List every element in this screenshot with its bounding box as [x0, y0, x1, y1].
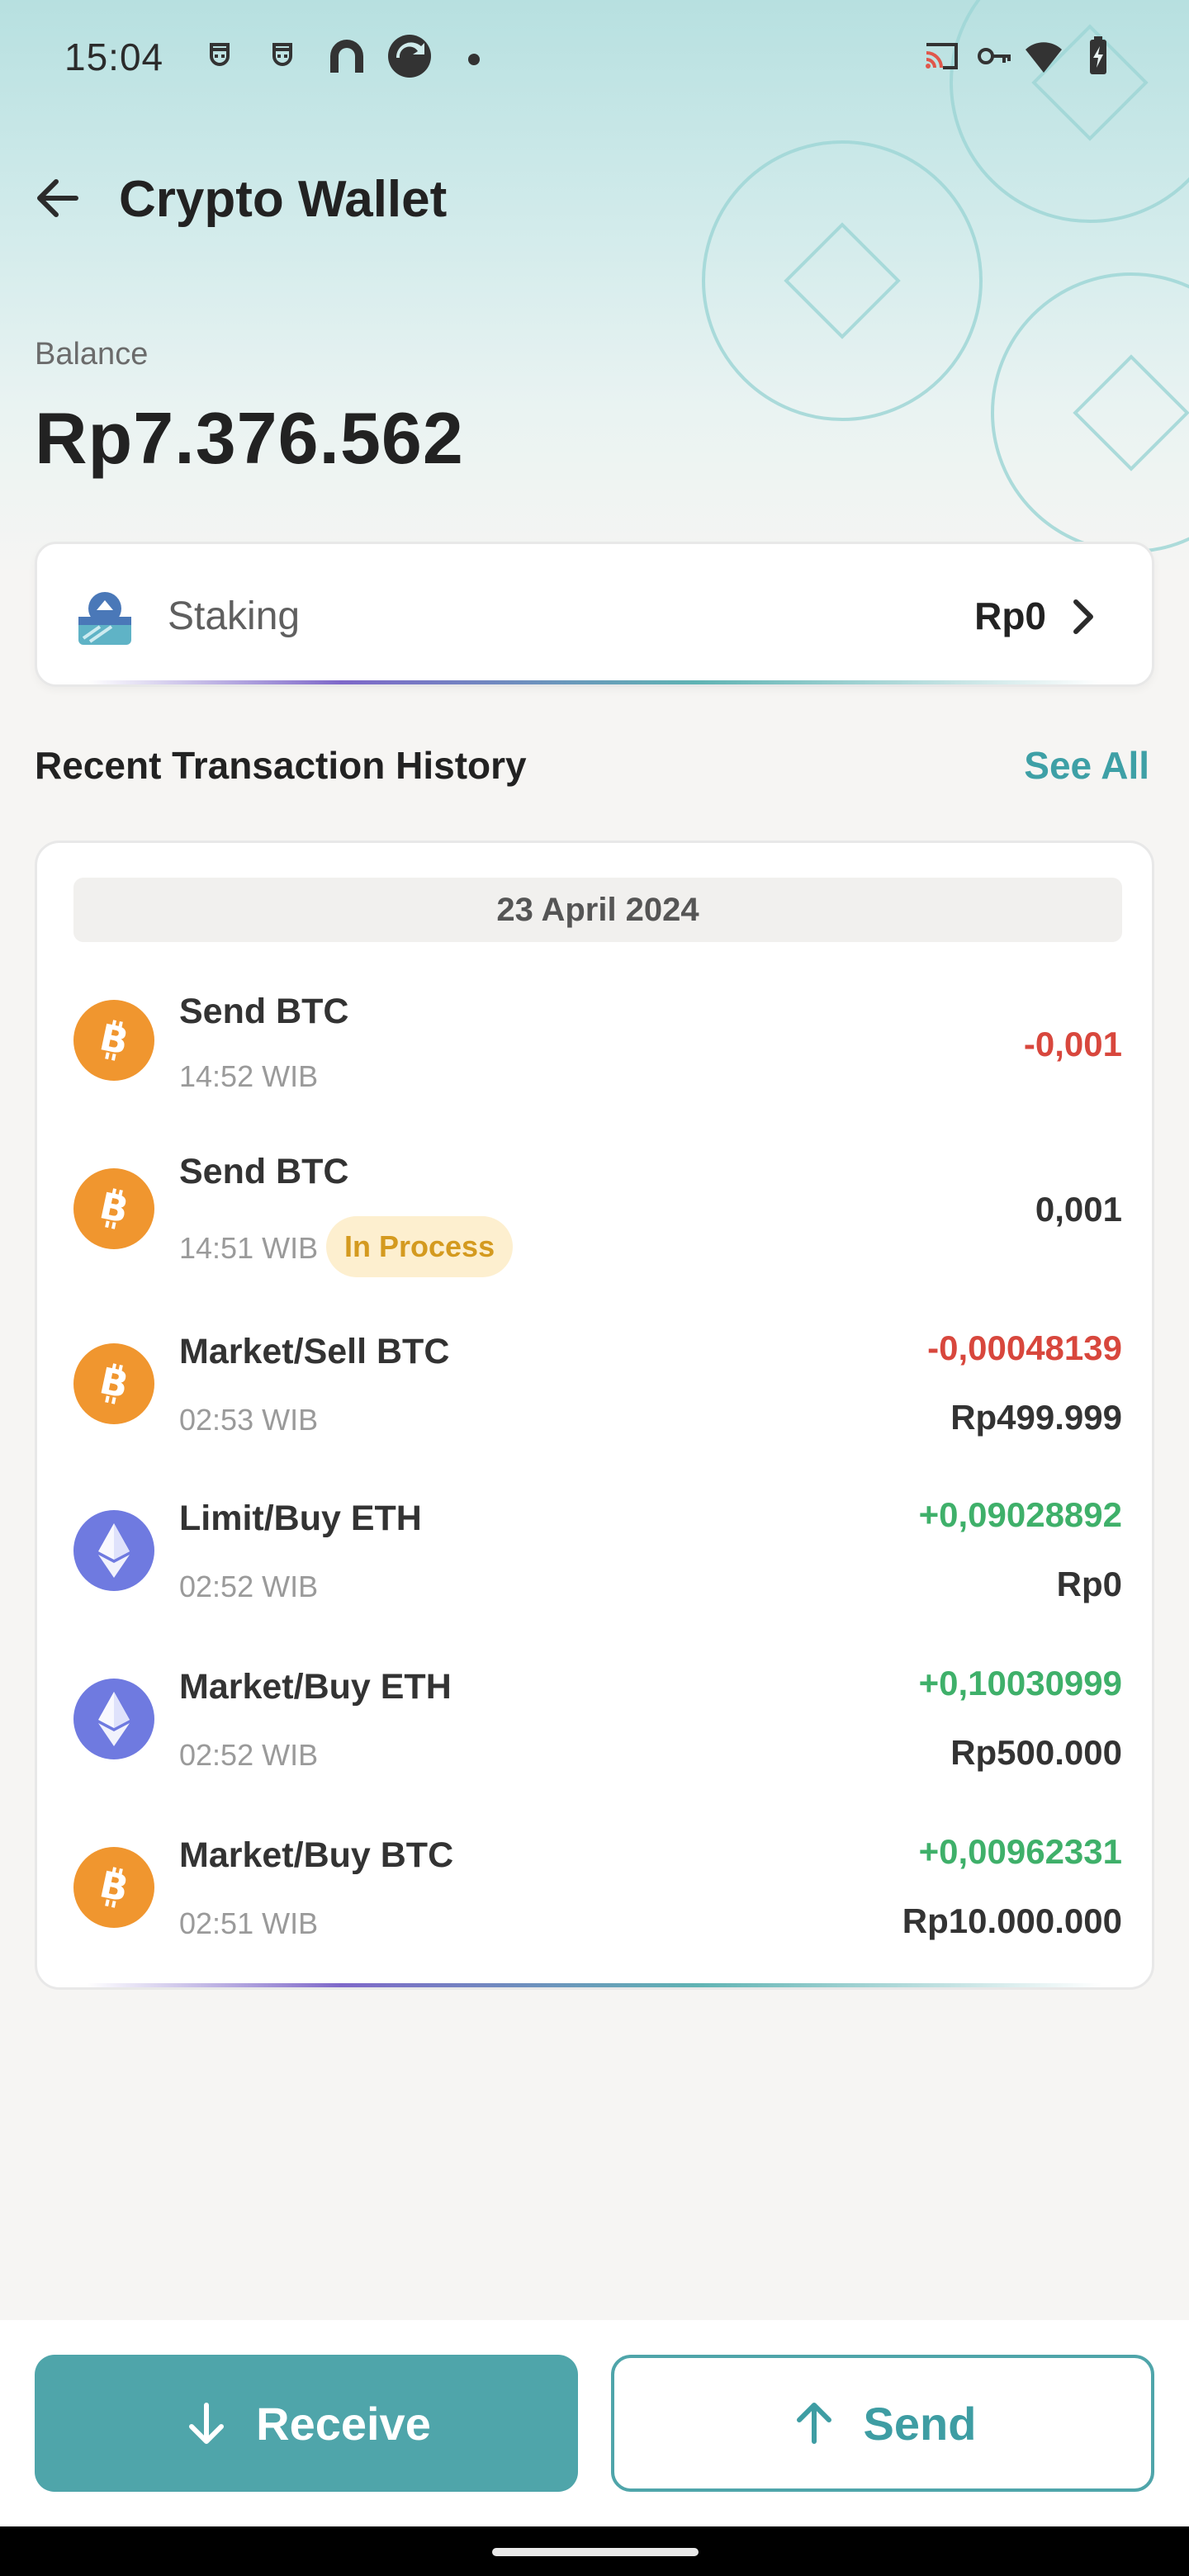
transaction-title: Limit/Buy ETH	[179, 1499, 422, 1538]
transaction-row[interactable]: B Send BTC 14:51 WIB In Process 0,001	[37, 1115, 1152, 1289]
staking-icon	[78, 592, 131, 645]
crypto-wallet-screen: 15:04 Crypto Wallet Balance Rp7.376.562 …	[0, 0, 1189, 2576]
card-accent-line	[87, 680, 1102, 684]
section-title: Recent Transaction History	[35, 744, 527, 787]
transaction-row[interactable]: Market/Buy ETH 02:52 WIB +0,10030999 Rp5…	[37, 1632, 1152, 1801]
back-button[interactable]	[25, 165, 91, 231]
transaction-time: 02:51 WIB	[179, 1906, 319, 1940]
transaction-title: Market/Buy ETH	[179, 1667, 452, 1707]
receive-button[interactable]: Receive	[35, 2355, 578, 2492]
transaction-fiat-value: Rp0	[1056, 1565, 1122, 1603]
transaction-title: Market/Sell BTC	[179, 1332, 450, 1371]
transaction-fiat-value: Rp10.000.000	[902, 1901, 1122, 1940]
transaction-time: 02:52 WIB	[179, 1570, 319, 1603]
staking-card[interactable]: Staking Rp0	[35, 542, 1154, 687]
transaction-row[interactable]: B Market/Sell BTC 02:53 WIB -0,00048139 …	[37, 1295, 1152, 1464]
cast-icon	[926, 43, 958, 69]
balance-label: Balance	[35, 337, 149, 372]
transaction-row[interactable]: Limit/Buy ETH 02:52 WIB +0,09028892 Rp0	[37, 1464, 1152, 1632]
transaction-time: 02:53 WIB	[179, 1403, 319, 1437]
battery-icon	[1090, 36, 1106, 74]
transaction-amount: +0,00962331	[918, 1832, 1122, 1871]
app-icon	[388, 35, 431, 78]
transaction-amount: -0,001	[1023, 1025, 1122, 1063]
arrow-down-icon	[189, 2403, 225, 2444]
eth-coin-icon	[73, 1510, 154, 1591]
transaction-time: 02:52 WIB	[179, 1738, 319, 1772]
transaction-title: Market/Buy BTC	[179, 1835, 454, 1875]
transaction-row[interactable]: B Market/Buy BTC 02:51 WIB +0,00962331 R…	[37, 1801, 1152, 1969]
btc-coin-icon: B	[73, 1168, 154, 1249]
staking-value: Rp0	[974, 594, 1046, 637]
chevron-right-icon	[1073, 599, 1093, 634]
transaction-history-card: 23 April 2024 B Send BTC 14:52 WIB -0,00…	[35, 841, 1154, 1990]
arrow-left-icon	[37, 179, 78, 217]
transaction-title: Send BTC	[179, 992, 349, 1031]
vpn-key-icon	[978, 48, 1011, 64]
transaction-time: 14:51 WIB	[179, 1231, 319, 1265]
status-bar: 15:04	[0, 0, 1189, 116]
staking-label: Staking	[168, 594, 301, 638]
transaction-time: 14:52 WIB	[179, 1059, 319, 1093]
send-button-label: Send	[863, 2397, 977, 2450]
balance-value: Rp7.376.562	[35, 397, 464, 479]
transaction-fiat-value: Rp499.999	[950, 1398, 1122, 1437]
system-navigation-bar	[0, 2526, 1189, 2576]
send-button[interactable]: Send	[611, 2355, 1154, 2492]
status-time: 15:04	[64, 36, 164, 78]
app-icon	[330, 40, 363, 73]
transaction-amount: -0,00048139	[927, 1328, 1122, 1367]
privacy-icon	[210, 43, 230, 66]
transaction-amount: 0,001	[1035, 1190, 1122, 1229]
transaction-fiat-value: Rp500.000	[950, 1733, 1122, 1772]
status-badge: In Process	[326, 1216, 514, 1277]
card-accent-line	[87, 1983, 1102, 1987]
wifi-icon	[1026, 42, 1062, 73]
date-header: 23 April 2024	[73, 878, 1122, 942]
see-all-link[interactable]: See All	[1024, 743, 1149, 788]
arrow-up-icon	[796, 2403, 831, 2444]
btc-coin-icon: B	[73, 1847, 154, 1928]
transaction-title: Send BTC	[179, 1152, 349, 1191]
transaction-amount: +0,10030999	[918, 1664, 1122, 1702]
transaction-amount: +0,09028892	[918, 1495, 1122, 1534]
receive-button-label: Receive	[256, 2397, 431, 2450]
privacy-icon	[272, 43, 292, 66]
transaction-row[interactable]: B Send BTC 14:52 WIB -0,001	[37, 959, 1152, 1115]
btc-coin-icon: B	[73, 1343, 154, 1424]
bottom-action-bar: Receive Send	[0, 2320, 1189, 2526]
page-title: Crypto Wallet	[119, 171, 448, 228]
dot-icon	[468, 54, 480, 65]
eth-coin-icon	[73, 1679, 154, 1759]
home-gesture-handle[interactable]	[492, 2548, 699, 2556]
btc-coin-icon: B	[73, 1000, 154, 1081]
